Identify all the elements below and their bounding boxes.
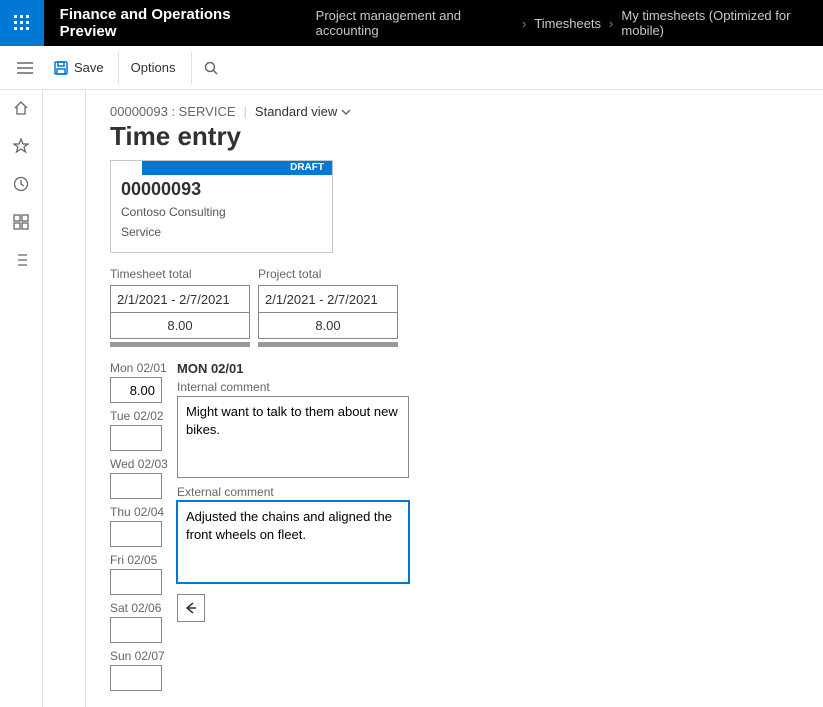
star-icon — [13, 138, 29, 154]
context-line: 00000093 : SERVICE | Standard view — [110, 104, 823, 119]
day-label-sat: Sat 02/06 — [110, 601, 165, 615]
nav-favorites-button[interactable] — [11, 136, 31, 156]
day-label-tue: Tue 02/02 — [110, 409, 165, 423]
save-label: Save — [74, 60, 104, 75]
divider: | — [244, 104, 247, 119]
nav-toggle-button[interactable] — [10, 53, 40, 83]
day-column: Mon 02/01 Tue 02/02 Wed 02/03 Thu 02/04 — [110, 361, 165, 697]
view-label: Standard view — [255, 104, 337, 119]
hours-input-sun[interactable] — [110, 665, 162, 691]
breadcrumb-item[interactable]: Project management and accounting — [316, 8, 514, 38]
hours-input-fri[interactable] — [110, 569, 162, 595]
timesheet-number: 00000093 — [121, 179, 322, 200]
timesheet-total-group: Timesheet total 2/1/2021 - 2/7/2021 8.00 — [110, 267, 250, 347]
grid-icon — [13, 214, 29, 230]
content-gutter — [43, 90, 86, 707]
day-label-mon: Mon 02/01 — [110, 361, 165, 375]
top-header: Finance and Operations Preview Project m… — [0, 0, 823, 46]
day-label-thu: Thu 02/04 — [110, 505, 165, 519]
timesheet-total-label: Timesheet total — [110, 267, 250, 281]
search-icon — [204, 61, 218, 75]
project-total-value: 8.00 — [258, 313, 398, 339]
day-label-sun: Sun 02/07 — [110, 649, 165, 663]
left-nav-rail — [0, 90, 43, 707]
total-bar — [258, 342, 398, 347]
selected-day-heading: MON 02/01 — [177, 361, 823, 376]
hours-input-mon[interactable] — [110, 377, 162, 403]
options-button[interactable]: Options — [118, 52, 188, 84]
app-title: Finance and Operations Preview — [44, 6, 296, 40]
hours-input-wed[interactable] — [110, 473, 162, 499]
options-label: Options — [131, 60, 176, 75]
chevron-right-icon: › — [609, 16, 613, 31]
action-bar: Save Options — [0, 46, 823, 90]
nav-modules-button[interactable] — [11, 250, 31, 270]
clock-icon — [13, 176, 29, 192]
project-total-label: Project total — [258, 267, 398, 281]
hours-input-thu[interactable] — [110, 521, 162, 547]
day-detail-panel: MON 02/01 Internal comment External comm… — [177, 361, 823, 622]
save-icon — [54, 61, 68, 75]
app-launcher-button[interactable] — [0, 0, 44, 46]
arrow-left-icon — [184, 601, 198, 615]
hours-input-tue[interactable] — [110, 425, 162, 451]
nav-home-button[interactable] — [11, 98, 31, 118]
view-selector[interactable]: Standard view — [255, 104, 351, 119]
breadcrumb-item[interactable]: Timesheets — [534, 16, 601, 31]
status-badge: DRAFT — [142, 161, 332, 175]
timesheet-range-field[interactable]: 2/1/2021 - 2/7/2021 — [110, 285, 250, 313]
search-button[interactable] — [191, 52, 230, 84]
day-label-fri: Fri 02/05 — [110, 553, 165, 567]
project-name: Service — [121, 224, 322, 240]
breadcrumb-item[interactable]: My timesheets (Optimized for mobile) — [621, 8, 823, 38]
back-button[interactable] — [177, 594, 205, 622]
breadcrumb: Project management and accounting › Time… — [296, 8, 823, 38]
nav-workspaces-button[interactable] — [11, 212, 31, 232]
record-id-service: 00000093 : SERVICE — [110, 104, 236, 119]
day-label-wed: Wed 02/03 — [110, 457, 165, 471]
chevron-down-icon — [341, 107, 351, 117]
internal-comment-label: Internal comment — [177, 380, 823, 394]
total-bar — [110, 342, 250, 347]
chevron-right-icon: › — [522, 16, 526, 31]
internal-comment-field[interactable] — [177, 396, 409, 478]
nav-recent-button[interactable] — [11, 174, 31, 194]
external-comment-label: External comment — [177, 485, 823, 499]
customer-name: Contoso Consulting — [121, 204, 322, 220]
content-area: 00000093 : SERVICE | Standard view Time … — [86, 90, 823, 707]
hours-input-sat[interactable] — [110, 617, 162, 643]
project-total-group: Project total 2/1/2021 - 2/7/2021 8.00 — [258, 267, 398, 347]
timesheet-total-value: 8.00 — [110, 313, 250, 339]
timesheet-card[interactable]: DRAFT 00000093 Contoso Consulting Servic… — [110, 160, 333, 253]
project-range-field[interactable]: 2/1/2021 - 2/7/2021 — [258, 285, 398, 313]
external-comment-field[interactable] — [177, 501, 409, 583]
save-button[interactable]: Save — [44, 52, 114, 84]
page-title: Time entry — [110, 121, 823, 152]
home-icon — [13, 100, 29, 116]
list-icon — [13, 252, 29, 268]
